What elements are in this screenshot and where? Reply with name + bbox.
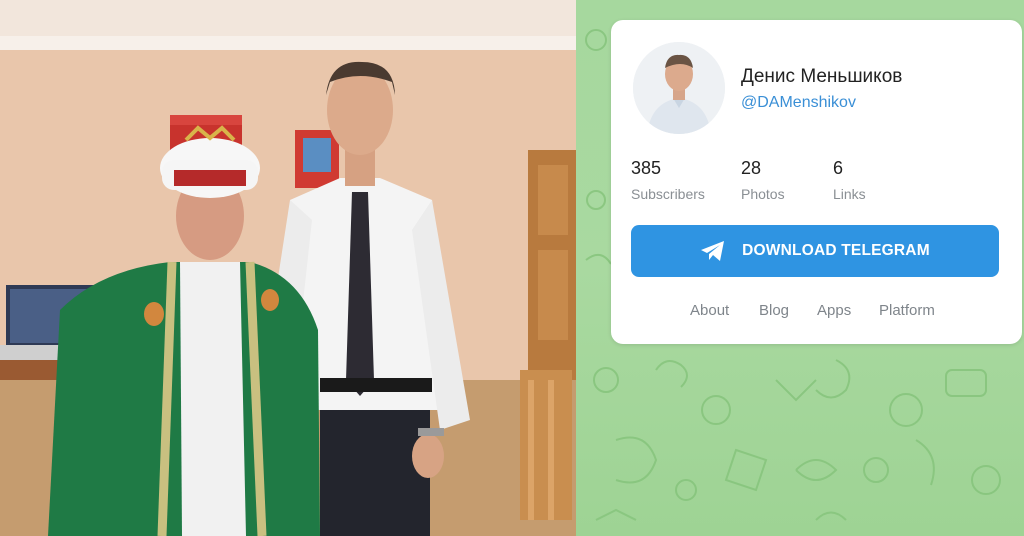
telegram-plane-icon <box>700 240 726 262</box>
download-telegram-label: DOWNLOAD TELEGRAM <box>742 242 930 259</box>
stat-value: 6 <box>833 158 844 178</box>
avatar[interactable] <box>633 42 725 134</box>
stat-label: Subscribers <box>631 186 705 202</box>
channel-name: Денис Меньшиков <box>741 66 903 87</box>
stat-value: 385 <box>631 158 662 178</box>
stat-value: 28 <box>741 158 762 178</box>
footer-link-platform[interactable]: Platform <box>879 302 935 319</box>
footer-link-about[interactable]: About <box>690 302 729 319</box>
stat-label: Links <box>833 186 866 202</box>
download-telegram-button[interactable]: DOWNLOAD TELEGRAM <box>631 225 999 277</box>
stat-label: Photos <box>741 186 785 202</box>
post-photo <box>0 0 576 536</box>
footer-link-apps[interactable]: Apps <box>817 302 851 319</box>
stat-photos: 28 Photos <box>741 158 785 202</box>
channel-handle[interactable]: @DAMenshikov <box>741 94 856 112</box>
footer-link-blog[interactable]: Blog <box>759 302 789 319</box>
stat-links: 6 Links <box>833 158 866 202</box>
stat-subscribers: 385 Subscribers <box>631 158 705 202</box>
channel-card: Денис Меньшиков @DAMenshikov 385 Subscri… <box>611 20 1022 344</box>
